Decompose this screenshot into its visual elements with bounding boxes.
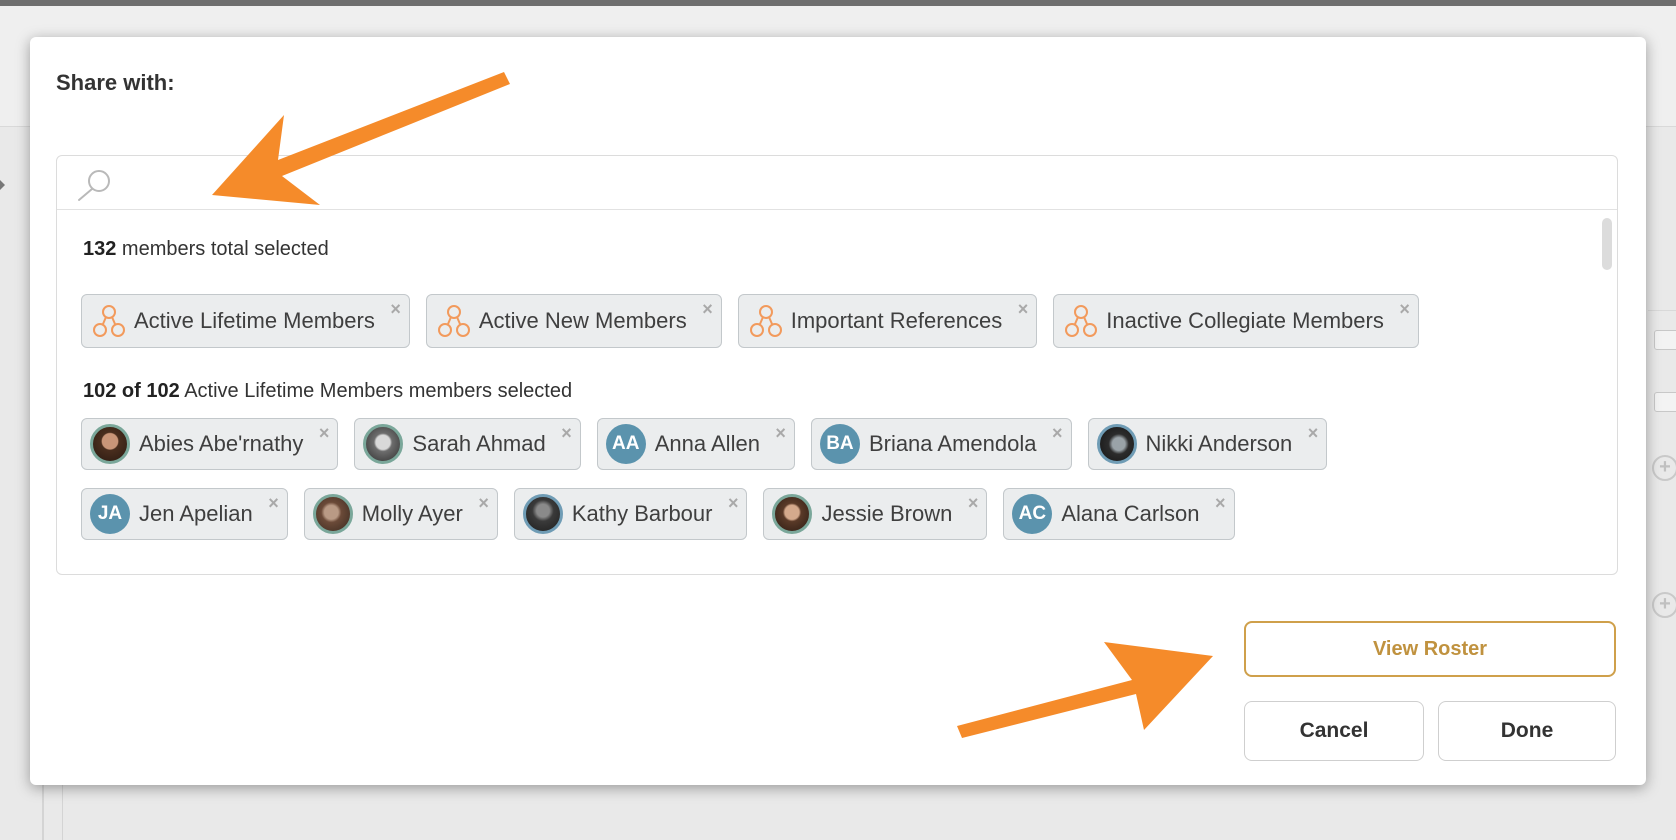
- group-tag-row: Active Lifetime Members × Active New Mem…: [81, 294, 1435, 348]
- group-selected-text: Active Lifetime Members members selected: [179, 380, 573, 402]
- close-icon[interactable]: ×: [702, 300, 713, 318]
- total-selected-text: members total selected: [116, 238, 329, 260]
- member-tag-row: JA Jen Apelian × Molly Ayer × Kathy Barb…: [81, 488, 1251, 540]
- search-icon: [78, 170, 110, 201]
- member-tag-label: Jen Apelian: [139, 501, 253, 526]
- add-icon[interactable]: +: [1652, 592, 1676, 618]
- selected-members-list[interactable]: 132 members total selected Active Lifeti…: [57, 210, 1617, 574]
- share-picker-panel: 132 members total selected Active Lifeti…: [56, 155, 1618, 575]
- avatar: [90, 424, 130, 464]
- add-icon[interactable]: +: [1652, 455, 1676, 481]
- done-button[interactable]: Done: [1438, 701, 1616, 761]
- group-icon: [749, 305, 782, 337]
- close-icon[interactable]: ×: [1399, 300, 1410, 318]
- group-tag-label: Active Lifetime Members: [134, 308, 375, 333]
- group-tag[interactable]: Inactive Collegiate Members ×: [1053, 294, 1419, 348]
- folder-icon[interactable]: [1654, 330, 1676, 350]
- close-icon[interactable]: ×: [268, 494, 279, 512]
- member-tag[interactable]: Kathy Barbour ×: [513, 488, 748, 540]
- group-tag-label: Important References: [790, 308, 1003, 333]
- group-icon: [1065, 305, 1098, 337]
- member-tag-label: Anna Allen: [654, 431, 760, 456]
- group-tag-label: Active New Members: [478, 308, 687, 333]
- close-icon[interactable]: ×: [728, 494, 739, 512]
- avatar: JA: [90, 494, 130, 534]
- member-tag-label: Briana Amendola: [868, 431, 1037, 456]
- search-input[interactable]: [125, 164, 1589, 202]
- group-tag[interactable]: Active New Members ×: [425, 294, 722, 348]
- folder-icon[interactable]: [1654, 392, 1676, 412]
- total-selected-count: 132: [83, 238, 117, 260]
- share-modal: Share with: 132 members total selected A…: [30, 37, 1646, 785]
- member-tag-label: Abies Abe'rnathy: [139, 431, 304, 456]
- member-tag-row: Abies Abe'rnathy × Sarah Ahmad × AA Anna…: [81, 418, 1343, 470]
- cancel-button[interactable]: Cancel: [1244, 701, 1424, 761]
- avatar: BA: [819, 424, 860, 464]
- member-tag[interactable]: Abies Abe'rnathy ×: [81, 418, 339, 470]
- group-tag[interactable]: Active Lifetime Members ×: [81, 294, 410, 348]
- member-tag-label: Molly Ayer: [361, 501, 463, 526]
- close-icon[interactable]: ×: [390, 300, 401, 318]
- close-icon[interactable]: ×: [1215, 494, 1226, 512]
- member-tag[interactable]: Nikki Anderson ×: [1087, 418, 1328, 470]
- member-tag-label: Sarah Ahmad: [412, 431, 546, 456]
- avatar: [1096, 424, 1137, 464]
- member-tag[interactable]: Sarah Ahmad ×: [354, 418, 581, 470]
- avatar: [363, 424, 404, 464]
- member-tag[interactable]: BA Briana Amendola ×: [810, 418, 1072, 470]
- close-icon[interactable]: ×: [1308, 424, 1319, 442]
- avatar: [522, 494, 563, 534]
- view-roster-button[interactable]: View Roster: [1244, 621, 1616, 677]
- close-icon[interactable]: ×: [775, 424, 786, 442]
- member-tag[interactable]: AA Anna Allen ×: [596, 418, 795, 470]
- caret-right-icon: [0, 180, 5, 190]
- close-icon[interactable]: ×: [968, 494, 979, 512]
- member-tag-label: Alana Carlson: [1061, 501, 1200, 526]
- close-icon[interactable]: ×: [319, 424, 330, 442]
- group-tag[interactable]: Important References ×: [737, 294, 1038, 348]
- avatar: [772, 494, 813, 534]
- group-icon: [437, 305, 470, 337]
- member-tag-label: Jessie Brown: [821, 501, 953, 526]
- member-tag[interactable]: Molly Ayer ×: [303, 488, 498, 540]
- avatar: AA: [605, 424, 646, 464]
- app-divider: [1648, 310, 1676, 311]
- group-tag-label: Inactive Collegiate Members: [1106, 308, 1384, 333]
- member-tag-label: Nikki Anderson: [1145, 431, 1293, 456]
- modal-title: Share with:: [56, 70, 175, 95]
- group-selected-summary: 102 of 102 Active Lifetime Members membe…: [83, 380, 572, 403]
- avatar: AC: [1012, 494, 1053, 534]
- total-selected-summary: 132 members total selected: [83, 238, 329, 261]
- member-tag[interactable]: Jessie Brown ×: [763, 488, 988, 540]
- close-icon[interactable]: ×: [1018, 300, 1029, 318]
- scrollbar[interactable]: [1602, 218, 1612, 270]
- group-icon: [93, 305, 125, 337]
- close-icon[interactable]: ×: [478, 494, 489, 512]
- group-selected-count: 102 of 102: [83, 380, 180, 402]
- avatar: [312, 494, 353, 534]
- member-tag[interactable]: JA Jen Apelian ×: [81, 488, 288, 540]
- close-icon[interactable]: ×: [561, 424, 572, 442]
- member-tag-label: Kathy Barbour: [571, 501, 713, 526]
- close-icon[interactable]: ×: [1052, 424, 1063, 442]
- member-tag[interactable]: AC Alana Carlson ×: [1003, 488, 1235, 540]
- search-bar: [57, 156, 1617, 210]
